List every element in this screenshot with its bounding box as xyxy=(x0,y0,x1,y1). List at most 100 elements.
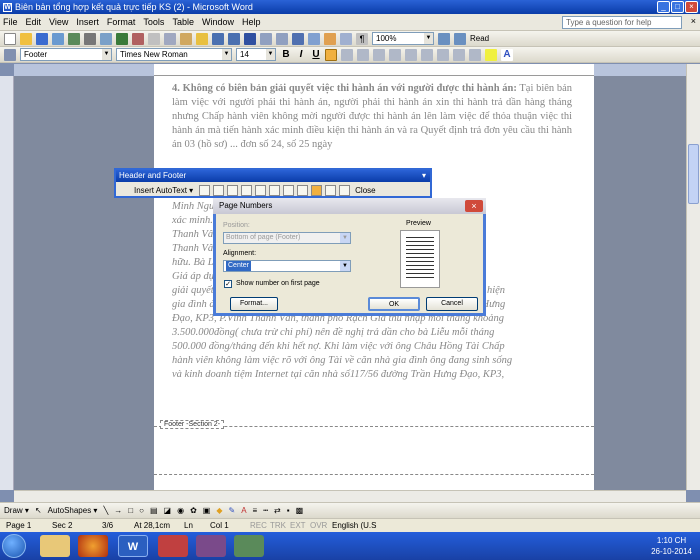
shadow-icon[interactable]: ▪ xyxy=(287,506,290,515)
status-trk[interactable]: TRK xyxy=(270,521,286,530)
scroll-thumb[interactable] xyxy=(688,144,699,204)
print-preview-icon[interactable] xyxy=(100,32,112,45)
wordart-icon[interactable]: ◪ xyxy=(164,506,172,515)
dialog-close-button[interactable]: × xyxy=(465,200,483,212)
undo-icon[interactable] xyxy=(212,32,224,45)
picture-icon[interactable]: ▣ xyxy=(203,506,211,515)
textbox-icon[interactable]: ▤ xyxy=(150,506,158,515)
spelling-icon[interactable] xyxy=(116,32,128,45)
menu-edit[interactable]: Edit xyxy=(26,17,42,27)
file-explorer-icon[interactable] xyxy=(40,535,70,557)
columns-icon[interactable] xyxy=(308,32,320,45)
bullets-icon[interactable] xyxy=(421,48,433,61)
clipart-icon[interactable]: ✿ xyxy=(190,506,197,515)
cancel-button[interactable]: Cancel xyxy=(426,297,478,311)
save-icon[interactable] xyxy=(36,32,48,45)
draw-font-color-icon[interactable]: A xyxy=(241,506,246,515)
show-previous-icon[interactable] xyxy=(325,184,337,196)
increase-indent-icon[interactable] xyxy=(453,48,465,61)
hf-close-button[interactable]: Close xyxy=(355,186,375,195)
border-icon[interactable] xyxy=(469,48,481,61)
media-player-icon[interactable] xyxy=(158,535,188,557)
open-icon[interactable] xyxy=(20,32,32,45)
ask-question-input[interactable]: Type a question for help xyxy=(562,16,682,29)
insert-autotext-button[interactable]: Insert AutoText ▾ xyxy=(134,186,193,195)
redo-icon[interactable] xyxy=(228,32,240,45)
line-color-icon[interactable]: ✎ xyxy=(228,506,235,515)
draw-menu[interactable]: Draw ▾ xyxy=(4,506,29,515)
link-to-previous-icon[interactable] xyxy=(297,184,309,196)
highlight-icon[interactable] xyxy=(485,48,497,61)
rectangle-icon[interactable]: □ xyxy=(128,506,133,515)
ok-button[interactable]: OK xyxy=(368,297,420,311)
minimize-button[interactable]: _ xyxy=(657,1,670,13)
line-icon[interactable]: ╲ xyxy=(103,506,108,515)
status-ext[interactable]: EXT xyxy=(290,521,306,530)
print-icon[interactable] xyxy=(84,32,96,45)
horizontal-scrollbar[interactable] xyxy=(14,490,686,502)
insert-date-icon[interactable] xyxy=(241,184,253,196)
clock[interactable]: 1:10 CH 26-10-2014 xyxy=(651,535,692,557)
font-select[interactable]: Times New Roman ▼ xyxy=(116,48,232,61)
email-icon[interactable] xyxy=(68,32,80,45)
maximize-button[interactable]: □ xyxy=(671,1,684,13)
app-icon[interactable] xyxy=(196,535,226,557)
show-next-icon[interactable] xyxy=(339,184,351,196)
drawing-icon[interactable] xyxy=(324,32,336,45)
page-setup-icon[interactable] xyxy=(269,184,281,196)
show-hide-text-icon[interactable] xyxy=(283,184,295,196)
research-icon[interactable] xyxy=(132,32,144,45)
menu-table[interactable]: Table xyxy=(172,17,194,27)
close-doc-icon[interactable]: × xyxy=(691,16,696,26)
underline-button[interactable]: U xyxy=(310,49,322,60)
app-icon[interactable] xyxy=(234,535,264,557)
help-icon[interactable] xyxy=(438,32,450,45)
read-button[interactable]: Read xyxy=(470,34,489,43)
line-spacing-icon[interactable] xyxy=(389,48,401,61)
bold-button[interactable]: B xyxy=(280,49,292,60)
zoom-select[interactable]: 100% ▼ xyxy=(372,32,434,45)
fill-color-icon[interactable]: ◆ xyxy=(216,506,222,515)
align-right-icon[interactable] xyxy=(357,48,369,61)
word-taskbar-icon[interactable]: W xyxy=(118,535,148,557)
decrease-indent-icon[interactable] xyxy=(437,48,449,61)
insert-page-count-icon[interactable] xyxy=(213,184,225,196)
hf-dropdown-icon[interactable]: ▾ xyxy=(422,170,426,182)
font-size-select[interactable]: 14 ▼ xyxy=(236,48,276,61)
line-style-icon[interactable]: ≡ xyxy=(253,506,258,515)
style-select[interactable]: Footer ▼ xyxy=(20,48,112,61)
insert-page-number-icon[interactable] xyxy=(199,184,211,196)
align-center-icon[interactable] xyxy=(341,48,353,61)
permission-icon[interactable] xyxy=(52,32,64,45)
show-first-page-checkbox[interactable]: ✓ xyxy=(224,280,232,288)
firefox-icon[interactable] xyxy=(78,535,108,557)
format-painter-icon[interactable] xyxy=(196,32,208,45)
format-page-number-icon[interactable] xyxy=(227,184,239,196)
menu-window[interactable]: Window xyxy=(202,17,234,27)
numbering-icon[interactable] xyxy=(405,48,417,61)
tables-icon[interactable] xyxy=(260,32,272,45)
status-rec[interactable]: REC xyxy=(250,521,267,530)
insert-time-icon[interactable] xyxy=(255,184,267,196)
excel-icon[interactable] xyxy=(292,32,304,45)
oval-icon[interactable]: ○ xyxy=(139,506,144,515)
close-window-button[interactable]: × xyxy=(685,1,698,13)
format-button[interactable]: Format... xyxy=(230,297,278,311)
copy-icon[interactable] xyxy=(164,32,176,45)
footer-area[interactable]: Footer -Section 2- xyxy=(154,420,594,476)
read-icon[interactable] xyxy=(454,32,466,45)
menu-tools[interactable]: Tools xyxy=(143,17,164,27)
cut-icon[interactable] xyxy=(148,32,160,45)
autoshapes-menu[interactable]: AutoShapes ▾ xyxy=(48,506,98,515)
paste-icon[interactable] xyxy=(180,32,192,45)
font-color-icon[interactable]: A xyxy=(501,48,513,61)
doc-map-icon[interactable] xyxy=(340,32,352,45)
justify-icon[interactable] xyxy=(373,48,385,61)
new-icon[interactable] xyxy=(4,32,16,45)
menu-insert[interactable]: Insert xyxy=(76,17,99,27)
3d-icon[interactable]: ▩ xyxy=(296,506,304,515)
show-formatting-icon[interactable]: ¶ xyxy=(356,32,368,45)
horizontal-ruler[interactable] xyxy=(14,64,686,76)
arrow-style-icon[interactable]: ⇄ xyxy=(274,506,281,515)
italic-button[interactable]: I xyxy=(295,49,307,60)
